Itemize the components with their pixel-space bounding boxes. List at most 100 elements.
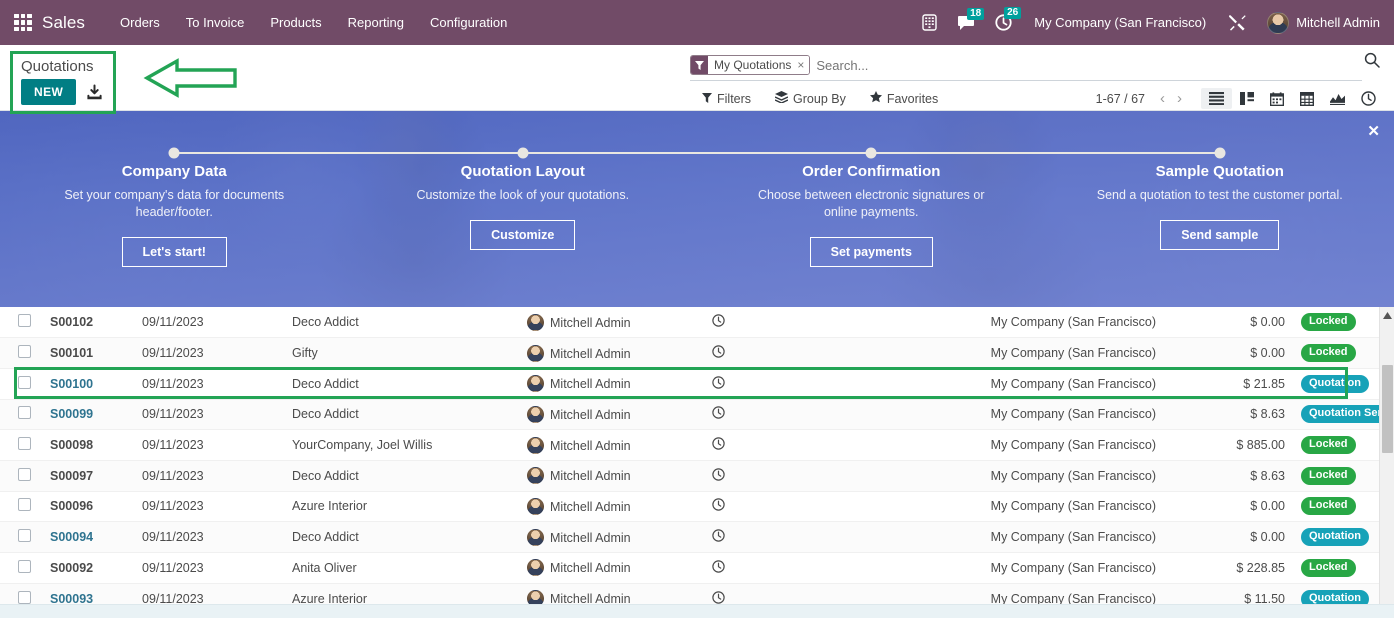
checkbox-icon[interactable] bbox=[18, 437, 31, 451]
wrench-screwdriver-icon[interactable] bbox=[1218, 9, 1257, 36]
clock-icon[interactable] bbox=[712, 314, 725, 330]
banner-close-icon[interactable]: ✕ bbox=[1367, 124, 1380, 139]
clock-icon[interactable] bbox=[712, 345, 725, 361]
checkbox-icon[interactable] bbox=[18, 406, 31, 420]
row-checkbox-cell[interactable] bbox=[0, 460, 44, 491]
messages-counter[interactable]: 18 bbox=[947, 7, 985, 35]
cell-activity[interactable] bbox=[706, 491, 916, 522]
cell-activity[interactable] bbox=[706, 338, 916, 369]
checkbox-icon[interactable] bbox=[18, 314, 31, 328]
search-input[interactable] bbox=[816, 57, 1362, 73]
step-description: Choose between electronic signatures or … bbox=[757, 188, 985, 219]
magnifier-icon[interactable] bbox=[1364, 52, 1380, 73]
clock-icon[interactable] bbox=[712, 468, 725, 484]
list-view-icon[interactable] bbox=[1201, 88, 1232, 109]
clock-icon[interactable] bbox=[712, 529, 725, 545]
group-by-dropdown[interactable]: Group By bbox=[763, 88, 858, 109]
row-checkbox-cell[interactable] bbox=[0, 553, 44, 584]
send-sample-button[interactable]: Send sample bbox=[1160, 220, 1280, 250]
calendar-view-icon[interactable] bbox=[1262, 88, 1292, 110]
user-menu[interactable]: Mitchell Admin bbox=[1257, 10, 1384, 36]
filters-dropdown[interactable]: Filters bbox=[690, 89, 763, 109]
user-avatar bbox=[527, 497, 544, 515]
cell-order-number[interactable]: S00097 bbox=[44, 460, 136, 491]
cell-order-number[interactable]: S00092 bbox=[44, 553, 136, 584]
company-switcher[interactable]: My Company (San Francisco) bbox=[1022, 11, 1218, 34]
new-button[interactable]: NEW bbox=[21, 79, 77, 105]
cell-activity[interactable] bbox=[706, 522, 916, 553]
cell-activity[interactable] bbox=[706, 399, 916, 430]
cell-order-number[interactable]: S00098 bbox=[44, 430, 136, 461]
cell-activity[interactable] bbox=[706, 460, 916, 491]
phone-dialpad-icon[interactable] bbox=[912, 10, 947, 35]
row-checkbox-cell[interactable] bbox=[0, 399, 44, 430]
scroll-up-arrow-icon[interactable] bbox=[1380, 307, 1394, 323]
search-facet-my-quotations[interactable]: My Quotations × bbox=[690, 55, 811, 75]
checkbox-icon[interactable] bbox=[18, 559, 31, 573]
table-row[interactable]: S00094 09/11/2023 Deco Addict Mitchell Admi… bbox=[0, 521, 1394, 553]
table-row[interactable]: S00097 09/11/2023 Deco Addict Mitchell Admi… bbox=[0, 460, 1394, 492]
clock-icon[interactable] bbox=[712, 437, 725, 453]
cell-order-number[interactable]: S00099 bbox=[44, 399, 136, 430]
menu-item-configuration[interactable]: Configuration bbox=[417, 9, 520, 36]
checkbox-icon[interactable] bbox=[18, 345, 31, 359]
menu-item-products[interactable]: Products bbox=[257, 9, 334, 36]
quotations-list: S00102 09/11/2023 Deco Addict Mitchell Admi… bbox=[0, 307, 1394, 618]
cell-order-number[interactable]: S00100 bbox=[44, 368, 136, 399]
checkbox-icon[interactable] bbox=[18, 590, 31, 604]
pivot-view-icon[interactable] bbox=[1292, 88, 1322, 110]
clock-icon[interactable] bbox=[712, 498, 725, 514]
lets-start-button[interactable]: Let's start! bbox=[121, 237, 227, 267]
import-download-icon[interactable] bbox=[86, 84, 103, 101]
checkbox-icon[interactable] bbox=[18, 375, 31, 389]
chevron-right-icon[interactable]: › bbox=[1172, 91, 1187, 106]
clock-icon[interactable] bbox=[712, 376, 725, 392]
menu-item-to-invoice[interactable]: To Invoice bbox=[173, 9, 258, 36]
row-checkbox-cell[interactable] bbox=[0, 338, 44, 369]
cell-order-number[interactable]: S00102 bbox=[44, 307, 136, 338]
checkbox-icon[interactable] bbox=[18, 467, 31, 481]
kanban-view-icon[interactable] bbox=[1232, 88, 1262, 109]
cell-salesperson: Mitchell Admin bbox=[521, 430, 706, 461]
chevron-left-icon[interactable]: ‹ bbox=[1155, 91, 1170, 106]
set-payments-button[interactable]: Set payments bbox=[809, 237, 933, 267]
table-row[interactable]: S00099 09/11/2023 Deco Addict Mitchell Admi… bbox=[0, 399, 1394, 430]
cell-company: My Company (San Francisco) bbox=[990, 560, 1156, 575]
cell-order-number[interactable]: S00101 bbox=[44, 338, 136, 369]
cell-order-number[interactable]: S00094 bbox=[44, 522, 136, 553]
row-checkbox-cell[interactable] bbox=[0, 430, 44, 461]
cell-activity[interactable] bbox=[706, 553, 916, 584]
table-row[interactable]: S00092 09/11/2023 Anita Oliver Mitchell Adm… bbox=[0, 552, 1394, 584]
cell-activity[interactable] bbox=[706, 307, 916, 338]
row-checkbox-cell[interactable] bbox=[0, 491, 44, 522]
clock-icon[interactable] bbox=[712, 406, 725, 422]
checkbox-icon[interactable] bbox=[18, 529, 31, 543]
menu-item-reporting[interactable]: Reporting bbox=[335, 9, 417, 36]
activity-clock-view-icon[interactable] bbox=[1353, 87, 1384, 110]
app-brand-sales[interactable]: Sales bbox=[42, 13, 85, 33]
row-checkbox-cell[interactable] bbox=[0, 368, 44, 399]
customize-button[interactable]: Customize bbox=[470, 220, 576, 250]
cell-activity[interactable] bbox=[706, 368, 916, 399]
table-row[interactable]: S00102 09/11/2023 Deco Addict Mitchell Admi… bbox=[0, 307, 1394, 338]
table-row[interactable]: S00096 09/11/2023 Azure Interior Mitchell A… bbox=[0, 491, 1394, 522]
vertical-scrollbar[interactable] bbox=[1379, 307, 1394, 618]
cell-order-number[interactable]: S00096 bbox=[44, 491, 136, 522]
checkbox-icon[interactable] bbox=[18, 498, 31, 512]
table-row[interactable]: S00098 09/11/2023 YourCompany, Joel Willis… bbox=[0, 429, 1394, 461]
apps-grid-icon[interactable] bbox=[14, 13, 32, 32]
graph-view-icon[interactable] bbox=[1322, 88, 1353, 109]
favorites-dropdown[interactable]: Favorites bbox=[858, 88, 950, 109]
table-row[interactable]: S00100 09/11/2023 Deco Addict Mitchell Admi… bbox=[0, 368, 1394, 400]
step-connector bbox=[348, 147, 697, 159]
clock-icon[interactable] bbox=[712, 560, 725, 576]
close-x-icon[interactable]: × bbox=[795, 56, 810, 74]
scrollbar-thumb[interactable] bbox=[1382, 365, 1393, 453]
row-checkbox-cell[interactable] bbox=[0, 307, 44, 338]
activities-counter[interactable]: 26 bbox=[985, 7, 1022, 35]
cell-activity[interactable] bbox=[706, 430, 916, 461]
table-row[interactable]: S00101 09/11/2023 Gifty Mitchell Admin My Co… bbox=[0, 337, 1394, 369]
activities-count-badge: 26 bbox=[1004, 7, 1022, 19]
row-checkbox-cell[interactable] bbox=[0, 522, 44, 553]
menu-item-orders[interactable]: Orders bbox=[107, 9, 173, 36]
